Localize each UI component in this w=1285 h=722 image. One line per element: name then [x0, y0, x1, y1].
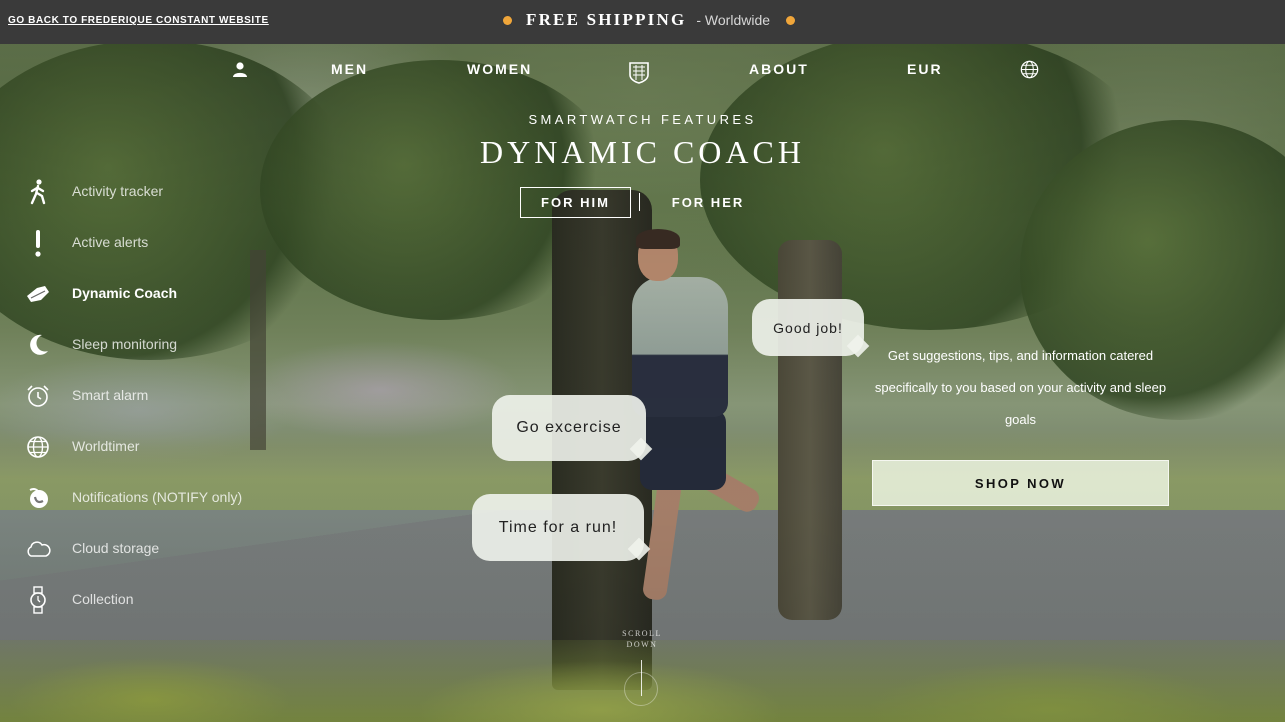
hero-eyebrow: SMARTWATCH FEATURES [528, 112, 757, 127]
bubble-text: Good job! [773, 319, 843, 336]
nav-women[interactable]: WOMEN [467, 61, 532, 77]
sidebar-item-cloud-storage[interactable]: Cloud storage [0, 523, 300, 574]
speech-bubble-good-job: Good job! [752, 299, 870, 358]
sidebar-item-label: Active alerts [72, 234, 149, 250]
shield-logo-icon[interactable] [628, 61, 650, 85]
sidebar-item-label: Sleep monitoring [72, 336, 178, 352]
sidebar-item-dynamic-coach[interactable]: Dynamic Coach [0, 268, 300, 319]
user-icon[interactable] [231, 60, 249, 78]
bubble-text: Time for a run! [498, 518, 618, 536]
sidebar-item-label: Cloud storage [72, 540, 160, 556]
scroll-text-line: DOWN [626, 640, 658, 649]
sidebar-item-collection[interactable]: Collection [0, 574, 300, 625]
promo-dot-icon [503, 15, 512, 25]
sidebar-item-active-alerts[interactable]: Active alerts [0, 217, 300, 268]
scroll-arrow-icon [641, 660, 642, 696]
speech-bubble-go-exercise: Go excercise [492, 395, 653, 461]
speech-bubble-time-for-run: Time for a run! [472, 494, 651, 561]
nav-currency[interactable]: EUR [907, 61, 943, 77]
sidebar-item-sleep-monitoring[interactable]: Sleep monitoring [0, 319, 300, 370]
tab-for-him[interactable]: FOR HIM [520, 187, 631, 218]
bubble-text: Go excercise [516, 419, 622, 436]
shop-now-button[interactable]: SHOP NOW [872, 460, 1169, 506]
nav-men[interactable]: MEN [331, 61, 368, 77]
exclamation-icon [24, 229, 52, 257]
sidebar-item-label: Notifications (NOTIFY only) [72, 489, 243, 505]
watch-icon [24, 586, 52, 614]
free-shipping-banner: FREE SHIPPING - Worldwide [503, 10, 796, 30]
page: GO BACK TO FREDERIQUE CONSTANT WEBSITE F… [0, 0, 1285, 722]
sidebar-item-activity-tracker[interactable]: Activity tracker [0, 166, 300, 217]
sidebar-item-label: Collection [72, 591, 134, 607]
scroll-text-line: SCROLL [622, 629, 662, 638]
back-to-website-link[interactable]: GO BACK TO FREDERIQUE CONSTANT WEBSITE [8, 15, 269, 26]
promo-subtitle: - Worldwide [696, 12, 771, 28]
tab-divider [639, 193, 640, 211]
promo-title: FREE SHIPPING [526, 10, 687, 29]
sidebar-item-smart-alarm[interactable]: Smart alarm [0, 370, 300, 421]
tab-for-her[interactable]: FOR HER [652, 187, 764, 218]
sidebar-item-worldtimer[interactable]: Worldtimer [0, 421, 300, 472]
walking-person-icon [24, 178, 52, 206]
main-navigation: MEN WOMEN ABOUT EUR [0, 44, 1285, 94]
running-shoe-icon [24, 280, 52, 308]
sidebar-item-label: Dynamic Coach [72, 285, 178, 301]
scroll-down-cue[interactable]: SCROLL DOWN [610, 628, 674, 650]
sidebar-item-label: Activity tracker [72, 183, 164, 199]
nav-about[interactable]: ABOUT [749, 61, 809, 77]
sidebar-item-label: Worldtimer [72, 438, 140, 454]
globe-icon[interactable] [1019, 59, 1039, 79]
sidebar-item-label: Smart alarm [72, 387, 149, 403]
sidebar-item-notifications[interactable]: Notifications (NOTIFY only) [0, 472, 300, 523]
alarm-clock-icon [24, 382, 52, 410]
cloud-icon [24, 535, 52, 563]
globe-icon [24, 433, 52, 461]
feature-description: Get suggestions, tips, and information c… [874, 348, 1167, 427]
notification-icon [24, 484, 52, 512]
promo-bar: GO BACK TO FREDERIQUE CONSTANT WEBSITE F… [0, 0, 1285, 44]
promo-dot-icon [786, 15, 796, 25]
moon-icon [24, 331, 52, 359]
